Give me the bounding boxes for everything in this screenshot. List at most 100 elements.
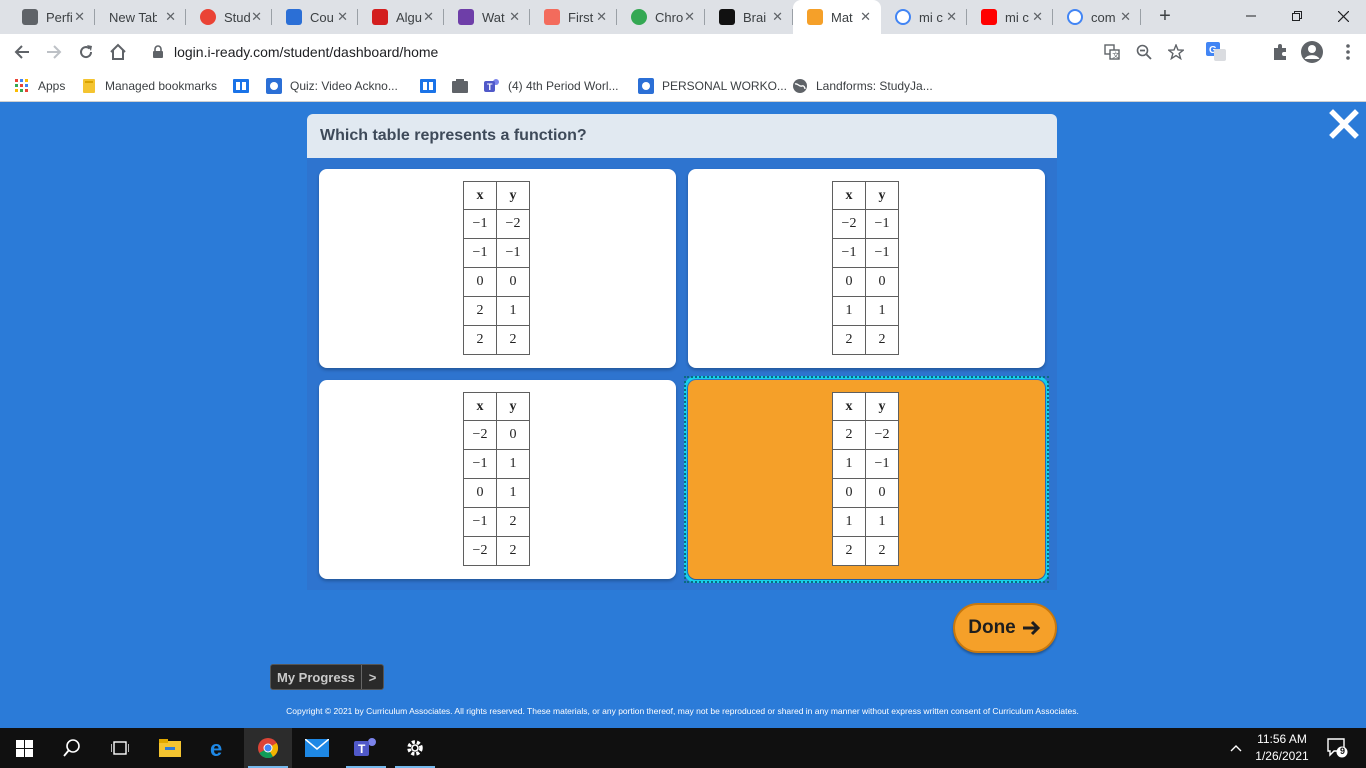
browser-tab[interactable]: Chro ✕ (617, 0, 705, 34)
menu-button[interactable] (1336, 40, 1360, 64)
close-tab-icon[interactable]: ✕ (1120, 9, 1131, 25)
close-tab-icon[interactable]: ✕ (165, 9, 176, 25)
bookmark-teams[interactable]: T (4) 4th Period Worl... (484, 77, 618, 95)
close-tab-icon[interactable]: ✕ (423, 9, 434, 25)
chrome-taskbar-button[interactable] (244, 728, 292, 768)
browser-toolbar: login.i-ready.com/student/dashboard/home… (0, 34, 1366, 70)
done-button[interactable]: Done (953, 603, 1057, 653)
settings-button[interactable] (391, 728, 439, 768)
bookmark-workout[interactable]: PERSONAL WORKO... (638, 77, 787, 95)
browser-tab[interactable]: Mat ✕ (793, 0, 881, 34)
bookmark-book-2[interactable] (420, 77, 444, 95)
browser-tab[interactable]: Stud ✕ (186, 0, 272, 34)
tab-title: Brai (743, 9, 767, 25)
table-row: 11 (832, 507, 899, 537)
table-header-cell: y (865, 392, 899, 421)
new-tab-button[interactable]: + (1153, 5, 1177, 29)
browser-tab[interactable]: Cou ✕ (272, 0, 358, 34)
xy-table: x y 2 −2 1 −1 0 0 1 1 2 2 (832, 392, 899, 566)
table-row: −1 −2 (463, 209, 530, 239)
close-tab-icon[interactable]: ✕ (251, 9, 262, 25)
start-button[interactable] (0, 728, 48, 768)
browser-tab[interactable]: First ✕ (530, 0, 617, 34)
browser-tab[interactable]: com ✕ (1053, 0, 1141, 34)
close-tab-icon[interactable]: ✕ (596, 9, 607, 25)
search-button[interactable] (48, 728, 96, 768)
browser-tab[interactable]: Wat ✕ (444, 0, 530, 34)
google-translate-extension[interactable]: G (1204, 40, 1228, 64)
bookmark-quiz[interactable]: Quiz: Video Ackno... (266, 77, 398, 95)
profile-button[interactable] (1300, 40, 1324, 64)
address-bar[interactable]: login.i-ready.com/student/dashboard/home… (140, 37, 1202, 67)
tab-title: com (1091, 9, 1116, 25)
choice-card-a[interactable]: x y −1 −2 −1 −1 0 0 2 1 2 2 (319, 169, 676, 368)
bookmark-landforms[interactable]: Landforms: StudyJa... (792, 77, 933, 95)
apps-grid-icon (14, 78, 30, 94)
browser-tab[interactable]: mi c ✕ (967, 0, 1053, 34)
browser-tab[interactable]: New Tab ✕ (95, 0, 186, 34)
extensions-button[interactable] (1268, 40, 1292, 64)
tab-title: First (568, 9, 594, 25)
choice-card-c[interactable]: x y −2 0 −1 1 0 1 −1 2 −2 2 (319, 380, 676, 579)
teams-icon: T (354, 738, 376, 756)
answer-choices: x y −1 −2 −1 −1 0 0 2 1 2 2 x y −2 −1 −1 −1 0 0 1 1 2 2 x y −2 0−… (307, 158, 1057, 590)
bookmark-managed[interactable]: Managed bookmarks (81, 77, 217, 95)
back-button[interactable] (10, 40, 34, 64)
chevron-up-icon (1230, 745, 1242, 752)
generic-page-icon (22, 9, 38, 25)
close-tab-icon[interactable]: ✕ (74, 9, 85, 25)
teams-taskbar-button[interactable]: T (342, 728, 390, 768)
close-tab-icon[interactable]: ✕ (337, 9, 348, 25)
bookmark-extension[interactable] (452, 77, 476, 95)
choice-card-d[interactable]: x y 2 −2 1 −1 0 0 1 1 2 2 (684, 376, 1049, 583)
close-tab-icon[interactable]: ✕ (772, 9, 783, 25)
minimize-button[interactable] (1228, 0, 1274, 32)
close-lesson-button[interactable] (1328, 108, 1360, 140)
mail-button[interactable] (293, 728, 341, 768)
table-cell: 2 (496, 325, 530, 355)
browser-tab[interactable]: Brai ✕ (705, 0, 793, 34)
nbc-icon (458, 9, 474, 25)
table-header-cell: y (496, 392, 530, 421)
tab-title: Cou (310, 9, 334, 25)
bookmark-apps[interactable]: Apps (14, 77, 65, 95)
task-view-button[interactable] (96, 728, 144, 768)
table-row: 22 (463, 325, 530, 355)
mail-icon (305, 739, 329, 757)
table-cell: 1 (832, 507, 866, 537)
notification-center-button[interactable]: 9 (1314, 728, 1362, 768)
close-tab-icon[interactable]: ✕ (684, 9, 695, 25)
close-window-button[interactable] (1320, 0, 1366, 32)
home-button[interactable] (106, 40, 130, 64)
reload-button[interactable] (74, 40, 98, 64)
close-tab-icon[interactable]: ✕ (860, 9, 871, 25)
bookmark-book-1[interactable] (233, 77, 257, 95)
close-tab-icon[interactable]: ✕ (509, 9, 520, 25)
bookmark-star-button[interactable] (1164, 40, 1188, 64)
google-icon (1067, 9, 1083, 25)
file-explorer-button[interactable] (146, 728, 194, 768)
browser-tab[interactable]: Algu ✕ (358, 0, 444, 34)
table-cell: 2 (463, 325, 497, 355)
table-cell: 1 (865, 507, 899, 537)
translate-button[interactable]: 文 (1100, 40, 1124, 64)
forward-button[interactable] (42, 40, 66, 64)
browser-tab[interactable]: Perfi ✕ (8, 0, 95, 34)
table-row: 1 −1 (832, 449, 899, 479)
close-tab-icon[interactable]: ✕ (1032, 9, 1043, 25)
choice-card-b[interactable]: x y −2 −1 −1 −1 0 0 1 1 2 2 (688, 169, 1045, 368)
table-cell: 1 (832, 296, 866, 326)
restore-button[interactable] (1274, 0, 1320, 32)
folder-icon (81, 78, 97, 94)
zoom-button[interactable] (1132, 40, 1156, 64)
edge-icon: e (210, 737, 222, 759)
table-cell: −1 (496, 238, 530, 268)
system-clock[interactable]: 11:56 AM 1/26/2021 (1252, 731, 1312, 765)
arrow-right-icon (1022, 620, 1040, 636)
my-progress-button[interactable]: My Progress > (270, 664, 384, 690)
browser-tab[interactable]: mi c ✕ (881, 0, 967, 34)
table-row: −2 0 (463, 420, 530, 450)
close-tab-icon[interactable]: ✕ (946, 9, 957, 25)
edge-button[interactable]: e (196, 728, 244, 768)
table-cell: −2 (463, 536, 497, 566)
